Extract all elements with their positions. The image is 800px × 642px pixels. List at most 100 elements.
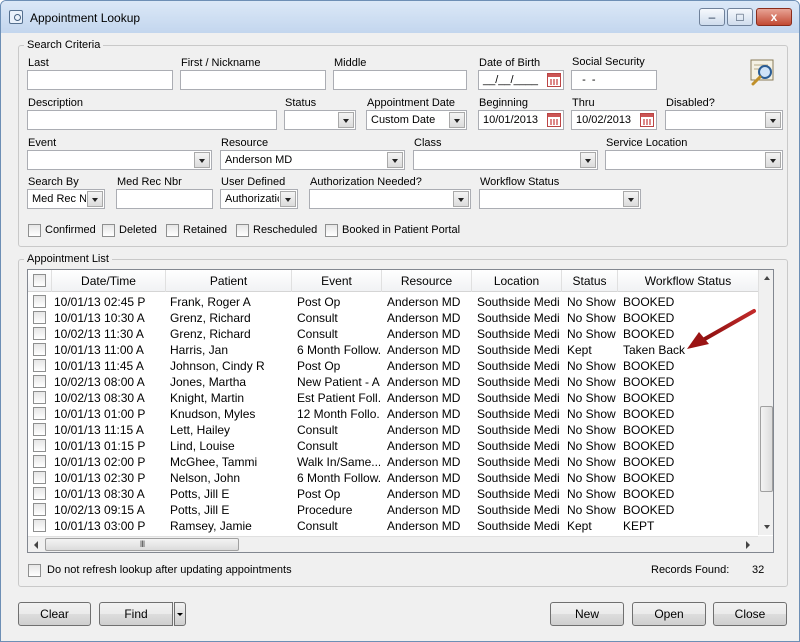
disabled-label: Disabled? (666, 97, 715, 109)
chevron-down-icon[interactable] (449, 112, 465, 128)
minimize-button[interactable]: – (699, 8, 725, 26)
search-by-select[interactable]: Med Rec Nbr (27, 189, 105, 209)
calendar-icon[interactable] (547, 113, 561, 127)
clear-button[interactable]: Clear (18, 602, 91, 626)
deleted-checkbox[interactable] (102, 224, 115, 237)
row-checkbox[interactable] (33, 439, 46, 452)
table-row[interactable]: 10/01/13 02:30 P Nelson, John 6 Month Foll… (28, 470, 758, 486)
row-checkbox[interactable] (33, 423, 46, 436)
open-button[interactable]: Open (632, 602, 706, 626)
chevron-down-icon[interactable] (623, 191, 639, 207)
appointment-date-select[interactable]: Custom Date (366, 110, 467, 130)
table-row[interactable]: 10/01/13 08:30 A Potts, Jill E Post Op Ande… (28, 486, 758, 502)
column-header-location[interactable]: Location (472, 270, 562, 292)
row-checkbox[interactable] (33, 343, 46, 356)
find-options-dropdown[interactable] (174, 602, 186, 626)
find-button[interactable]: Find (99, 602, 173, 626)
chevron-down-icon[interactable] (280, 191, 296, 207)
calendar-icon[interactable] (640, 113, 654, 127)
appointment-table[interactable]: Date/Time Patient Event Resource Locatio… (27, 269, 774, 553)
scroll-down-icon[interactable] (759, 519, 774, 535)
row-checkbox[interactable] (33, 455, 46, 468)
status-select[interactable] (284, 110, 356, 130)
calendar-icon[interactable] (547, 73, 561, 87)
cell-location: Southside Medi... (477, 407, 560, 421)
column-header-patient[interactable]: Patient (166, 270, 292, 292)
horizontal-scrollbar[interactable]: III (28, 536, 758, 552)
row-checkbox[interactable] (33, 295, 46, 308)
table-row[interactable]: 10/01/13 01:00 P Knudson, Myles 12 Month F… (28, 406, 758, 422)
row-checkbox[interactable] (33, 327, 46, 340)
table-row[interactable]: 10/02/13 08:00 A Jones, Martha New Patient… (28, 374, 758, 390)
column-header-datetime[interactable]: Date/Time (52, 270, 166, 292)
first-name-input[interactable] (180, 70, 326, 90)
row-checkbox[interactable] (33, 503, 46, 516)
row-checkbox[interactable] (33, 311, 46, 324)
last-name-input[interactable] (27, 70, 173, 90)
booked-portal-checkbox[interactable] (325, 224, 338, 237)
chevron-down-icon[interactable] (765, 152, 781, 168)
confirmed-checkbox[interactable] (28, 224, 41, 237)
row-checkbox[interactable] (33, 375, 46, 388)
table-row[interactable]: 10/02/13 11:30 A Grenz, Richard Consult And… (28, 326, 758, 342)
no-refresh-checkbox[interactable] (28, 564, 41, 577)
rescheduled-checkbox[interactable] (236, 224, 249, 237)
select-all-checkbox[interactable] (33, 274, 46, 287)
row-checkbox[interactable] (33, 487, 46, 500)
chevron-down-icon[interactable] (338, 112, 354, 128)
resource-select[interactable]: Anderson MD (220, 150, 405, 170)
table-row[interactable]: 10/01/13 11:00 A Harris, Jan 6 Month Follo… (28, 342, 758, 358)
chevron-down-icon[interactable] (580, 152, 596, 168)
table-row[interactable]: 10/02/13 09:15 A Potts, Jill E Procedure An… (28, 502, 758, 518)
search-icon[interactable] (748, 58, 778, 86)
thru-date-input[interactable]: 10/02/2013 (571, 110, 657, 130)
scroll-left-icon[interactable] (28, 537, 44, 553)
chevron-down-icon[interactable] (194, 152, 210, 168)
service-location-select[interactable] (605, 150, 783, 170)
new-button[interactable]: New (550, 602, 624, 626)
maximize-button[interactable]: □ (727, 8, 753, 26)
auth-needed-select[interactable] (309, 189, 471, 209)
close-button[interactable]: Close (713, 602, 787, 626)
table-row[interactable]: 10/01/13 10:30 A Grenz, Richard Consult And… (28, 310, 758, 326)
chevron-down-icon[interactable] (453, 191, 469, 207)
table-row[interactable]: 10/01/13 11:45 A Johnson, Cindy R Post Op A… (28, 358, 758, 374)
vertical-scroll-thumb[interactable] (760, 406, 773, 492)
workflow-status-select[interactable] (479, 189, 641, 209)
dob-input[interactable]: __/__/____ (478, 70, 564, 90)
chevron-down-icon[interactable] (765, 112, 781, 128)
ssn-input[interactable]: - - (571, 70, 657, 90)
event-select[interactable] (27, 150, 212, 170)
table-row[interactable]: 10/01/13 02:45 P Frank, Roger A Post Op And… (28, 294, 758, 310)
table-row[interactable]: 10/01/13 11:15 A Lett, Hailey Consult Ander… (28, 422, 758, 438)
column-header-event[interactable]: Event (292, 270, 382, 292)
med-rec-input[interactable] (116, 189, 213, 209)
row-checkbox[interactable] (33, 391, 46, 404)
scroll-right-icon[interactable] (740, 537, 756, 553)
user-defined-select[interactable]: Authorization (220, 189, 298, 209)
table-row[interactable]: 10/01/13 03:00 P Ramsey, Jamie Consult Ande… (28, 518, 758, 534)
retained-checkbox[interactable] (166, 224, 179, 237)
table-row[interactable]: 10/01/13 02:00 P McGhee, Tammi Walk In/Sam… (28, 454, 758, 470)
scroll-up-icon[interactable] (759, 270, 774, 286)
row-checkbox[interactable] (33, 519, 46, 532)
cell-resource: Anderson MD (387, 327, 461, 341)
horizontal-scroll-thumb[interactable]: III (45, 538, 239, 551)
description-input[interactable] (27, 110, 277, 130)
beginning-date-input[interactable]: 10/01/2013 (478, 110, 564, 130)
row-checkbox[interactable] (33, 471, 46, 484)
close-window-button[interactable]: x (756, 8, 792, 26)
row-checkbox[interactable] (33, 359, 46, 372)
row-checkbox[interactable] (33, 407, 46, 420)
table-row[interactable]: 10/01/13 01:15 P Lind, Louise Consult Ander… (28, 438, 758, 454)
table-row[interactable]: 10/02/13 08:30 A Knight, Martin Est Patien… (28, 390, 758, 406)
class-select[interactable] (413, 150, 598, 170)
column-header-workflow-status[interactable]: Workflow Status (618, 270, 758, 292)
column-header-resource[interactable]: Resource (382, 270, 472, 292)
disabled-select[interactable] (665, 110, 783, 130)
middle-name-input[interactable] (333, 70, 467, 90)
chevron-down-icon[interactable] (87, 191, 103, 207)
chevron-down-icon[interactable] (387, 152, 403, 168)
column-header-status[interactable]: Status (562, 270, 618, 292)
title-bar[interactable]: Appointment Lookup – □ x (1, 1, 799, 33)
